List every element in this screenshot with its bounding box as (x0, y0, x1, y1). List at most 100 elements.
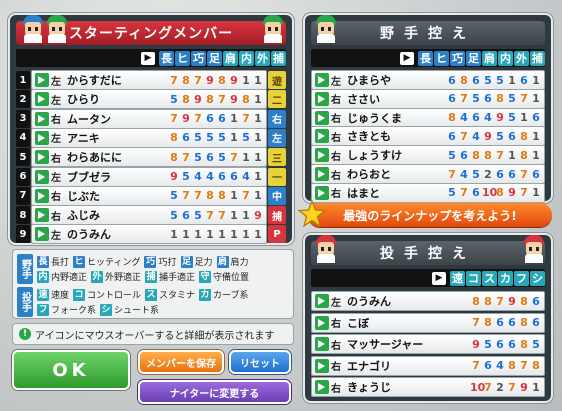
player-row[interactable]: 6 左ブブゼラ 9 5 4 4 6 6 4 1 一 (16, 166, 286, 187)
stat-header-cell[interactable]: 長 (418, 50, 433, 66)
stat-header-cell[interactable]: コ (466, 270, 481, 286)
stat-header-cell[interactable]: 捕 (271, 50, 286, 66)
player-card[interactable]: 左のうみん 1 1 1 1 1 1 1 1 (31, 224, 267, 245)
switch-to-night-button[interactable]: ナイターに変更する (138, 380, 291, 404)
player-name: ムータン (67, 112, 111, 126)
stat-header-cell[interactable]: 捕 (530, 50, 545, 66)
position-badge: 左 (268, 128, 286, 147)
player-row[interactable]: 5 右わらあにに 8 7 5 6 5 7 1 1 三 (16, 147, 286, 168)
stat-value: 9 (206, 73, 214, 87)
player-row[interactable]: 右ささい 6 7 5 6 8 5 7 1 (311, 88, 545, 109)
handedness-label: 右 (331, 383, 341, 395)
ok-button[interactable]: OK (12, 350, 130, 390)
handedness-icon (35, 169, 49, 184)
player-row[interactable]: 右こぼ 7 8 6 6 8 6 (311, 312, 545, 333)
player-row[interactable]: 4 左アニキ 8 6 5 5 5 1 5 1 左 (16, 127, 286, 148)
player-card[interactable]: 左ひまらや 6 8 6 5 5 1 6 1 (311, 70, 545, 90)
player-stats: 95446641 (168, 170, 264, 183)
player-row[interactable]: 右さきとも 6 7 4 9 5 6 8 1 (311, 126, 545, 147)
player-card[interactable]: 右わらおと 7 4 5 2 6 6 7 6 (311, 164, 545, 184)
sort-arrow-icon[interactable]: ▶ (432, 271, 446, 285)
player-row[interactable]: 右じゅうくま 8 4 6 4 9 5 1 6 (311, 107, 545, 128)
player-card[interactable]: 左からすだに 7 8 7 9 8 9 1 1 (31, 70, 267, 90)
stat-value: 1 (206, 227, 214, 241)
stat-value: 5 (182, 170, 190, 183)
stat-header-cell[interactable]: 速 (450, 270, 465, 286)
player-card[interactable]: 右じゅうくま 8 4 6 4 9 5 1 6 (311, 107, 545, 128)
player-row[interactable]: 左ひまらや 6 8 6 5 5 1 6 1 (311, 70, 545, 90)
stat-value: 7 (194, 112, 202, 126)
player-card[interactable]: 左ひらり 5 8 9 8 7 9 8 1 (31, 89, 267, 110)
player-stats: 74526676 (446, 168, 542, 181)
stat-header-cell[interactable]: フ (514, 270, 529, 286)
stat-header-cell[interactable]: 内 (239, 50, 254, 66)
stat-header-cell[interactable]: 足 (466, 50, 481, 66)
player-card[interactable]: 左ブブゼラ 9 5 4 4 6 6 4 1 (31, 166, 267, 187)
player-card[interactable]: 右ムータン 7 9 7 6 6 1 7 1 (31, 108, 267, 129)
stat-header-cell[interactable]: 外 (514, 50, 529, 66)
stat-value: 5 (448, 148, 456, 162)
player-stats: 764878 (470, 359, 542, 372)
player-row[interactable]: 右きょうじ 10 7 2 7 9 1 (311, 377, 545, 397)
stat-header-cell[interactable]: カ (498, 270, 513, 286)
player-card[interactable]: 左のうみん 8 8 7 9 8 6 (311, 291, 545, 311)
stat-value: 6 (532, 167, 540, 181)
stat-value: 6 (218, 170, 226, 183)
player-card[interactable]: 右ささい 6 7 5 6 8 5 7 1 (311, 88, 545, 109)
player-row[interactable]: 2 左ひらり 5 8 9 8 7 9 8 1 二 (16, 89, 286, 110)
player-card[interactable]: 右さきとも 6 7 4 9 5 6 8 1 (311, 126, 545, 147)
save-members-button[interactable]: メンバーを保存 (138, 350, 224, 374)
stat-header-cell[interactable]: ヒ (434, 50, 449, 66)
player-card[interactable]: 右ふじみ 5 6 5 7 7 1 1 9 (31, 205, 267, 226)
stat-header-cell[interactable]: 足 (207, 50, 222, 66)
stat-value: 8 (206, 189, 214, 203)
player-row[interactable]: 左のうみん 8 8 7 9 8 6 (311, 291, 545, 311)
handedness-label: 右 (331, 114, 341, 126)
player-card[interactable]: 右マッサージャー 9 5 6 6 8 5 (311, 334, 545, 354)
player-row[interactable]: 右しょうすけ 5 6 8 8 7 1 8 1 (311, 145, 545, 166)
reset-button[interactable]: リセット (229, 350, 291, 374)
sort-arrow-icon[interactable]: ▶ (141, 51, 155, 65)
player-name: しょうすけ (347, 149, 402, 163)
stat-header-cell[interactable]: 長 (159, 50, 174, 66)
player-card[interactable]: 右こぼ 7 8 6 6 8 6 (311, 312, 545, 333)
stat-header-cell[interactable]: ス (482, 270, 497, 286)
player-card[interactable]: 右わらあにに 8 7 5 6 5 7 1 1 (31, 147, 267, 168)
stat-header-cell[interactable]: ヒ (175, 50, 190, 66)
sort-arrow-icon[interactable]: ▶ (400, 51, 414, 65)
player-card[interactable]: 右きょうじ 10 7 2 7 9 1 (311, 377, 545, 397)
legend-tag: シ (100, 303, 113, 316)
player-stats: 786686 (470, 316, 542, 329)
stat-header-cell[interactable]: 肩 (482, 50, 497, 66)
stat-value: 1 (532, 73, 540, 87)
stat-header-cell[interactable]: 巧 (191, 50, 206, 66)
stat-header-cell[interactable]: 外 (255, 50, 270, 66)
stat-header-cell[interactable]: 肩 (223, 50, 238, 66)
stat-value: 8 (218, 189, 226, 203)
player-card[interactable]: 右しょうすけ 5 6 8 8 7 1 8 1 (311, 145, 545, 166)
stat-value: 8 (520, 129, 528, 143)
pitchers-stat-header: ▶ 速コスカフシ (311, 269, 545, 287)
stat-header-cell[interactable]: 内 (498, 50, 513, 66)
player-row[interactable]: 8 右ふじみ 5 6 5 7 7 1 1 9 捕 (16, 205, 286, 226)
stat-header-cell[interactable]: シ (530, 270, 545, 286)
stat-header-cell[interactable]: 巧 (450, 50, 465, 66)
player-row[interactable]: 右はまと 5 7 6 10 8 9 7 1 (311, 182, 545, 203)
player-row[interactable]: 右エナゴリ 7 6 4 8 7 8 (311, 355, 545, 376)
legend-text: スタミナ (159, 291, 196, 301)
legend-tag: 足 (180, 255, 193, 268)
player-card[interactable]: 右はまと 5 7 6 10 8 9 7 1 (311, 182, 545, 203)
player-row[interactable]: 3 右ムータン 7 9 7 6 6 1 7 1 右 (16, 108, 286, 129)
player-row[interactable]: 右わらおと 7 4 5 2 6 6 7 6 (311, 164, 545, 184)
player-card[interactable]: 右じぶた 5 7 7 8 8 1 7 1 (31, 185, 267, 206)
stat-value: 8 (484, 316, 492, 329)
player-row[interactable]: 9 左のうみん 1 1 1 1 1 1 1 1 P (16, 224, 286, 245)
player-row[interactable]: 1 左からすだに 7 8 7 9 8 9 1 1 遊 (16, 70, 286, 90)
stat-value: 1 (230, 112, 238, 126)
stat-value: 5 (484, 73, 492, 87)
player-row[interactable]: 右マッサージャー 9 5 6 6 8 5 (311, 334, 545, 354)
stat-value: 1 (230, 131, 238, 145)
player-card[interactable]: 左アニキ 8 6 5 5 5 1 5 1 (31, 127, 267, 148)
player-row[interactable]: 7 右じぶた 5 7 7 8 8 1 7 1 中 (16, 185, 286, 206)
player-card[interactable]: 右エナゴリ 7 6 4 8 7 8 (311, 355, 545, 376)
